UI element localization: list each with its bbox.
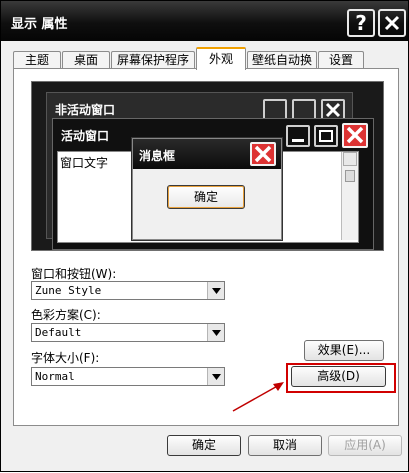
cancel-button[interactable]: 取消 [248, 435, 322, 456]
annotation-arrow [232, 382, 284, 412]
apply-button[interactable]: 应用(A) [328, 435, 402, 456]
display-properties-window: 显示 属性 ? 主题 桌面 屏幕保护程序 外观 壁纸自动换 设置 非活动窗口 活… [0, 0, 409, 472]
ok-button[interactable]: 确定 [167, 435, 241, 456]
tab-appearance[interactable]: 外观 [196, 47, 246, 70]
